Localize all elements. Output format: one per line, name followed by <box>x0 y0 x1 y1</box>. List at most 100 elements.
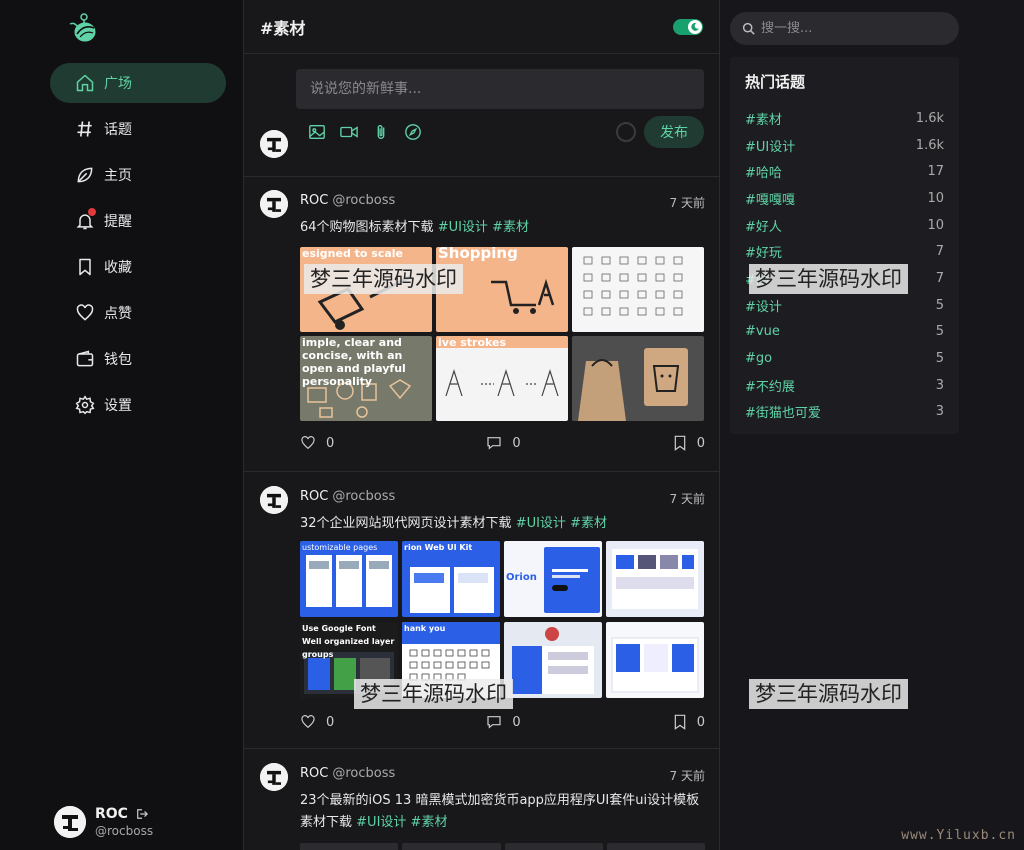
site-watermark: www.Yiluxb.cn <box>901 828 1016 843</box>
comment-icon <box>487 437 501 450</box>
image-caption: Shopping <box>438 247 518 262</box>
post-image[interactable] <box>572 336 704 421</box>
left-sidebar: 广场 话题 主页 提醒 收藏 点赞 钱包 设置 ROC @rocboss <box>0 0 243 850</box>
post-author[interactable]: ROC @rocboss <box>300 766 395 781</box>
post-image[interactable]: imple, clear and concise, with an open a… <box>300 336 432 421</box>
compose-tools <box>308 123 436 141</box>
topic-item[interactable]: #UI设计 1.6k <box>745 132 944 159</box>
sidebar-item-wallet[interactable]: 钱包 <box>50 339 226 379</box>
topic-item[interactable]: #好玩 7 <box>745 238 944 265</box>
sidebar-item-likes[interactable]: 点赞 <box>50 293 226 333</box>
sidebar-item-plaza[interactable]: 广场 <box>50 63 226 103</box>
sidebar-item-settings[interactable]: 设置 <box>50 385 226 425</box>
gear-icon <box>74 394 96 416</box>
topic-item[interactable]: #go 5 <box>745 345 944 372</box>
post-actions: 0 0 0 <box>300 435 705 451</box>
post-image[interactable]: ive strokes <box>436 336 568 421</box>
topic-item[interactable]: #素材 1.6k <box>745 105 944 132</box>
logout-icon[interactable] <box>136 808 148 820</box>
like-button[interactable]: 0 <box>300 435 334 451</box>
image-icon[interactable] <box>308 123 326 141</box>
bookmark-icon <box>74 256 96 278</box>
topic-name: #设计 <box>745 299 782 315</box>
topic-item[interactable]: #vue 5 <box>745 319 944 346</box>
post-image[interactable]: Orion <box>504 541 602 617</box>
topic-item[interactable]: #嘎嘎嘎 10 <box>745 185 944 212</box>
post-image[interactable] <box>606 843 705 850</box>
search-box[interactable] <box>730 12 959 45</box>
post-tag[interactable]: #UI设计 <box>438 220 488 235</box>
search-input[interactable] <box>761 21 941 36</box>
sidebar-item-topics[interactable]: 话题 <box>50 109 226 149</box>
post-card[interactable]: ROC @rocboss 7 天前 64个购物图标素材下载 #UI设计 #素材 e… <box>244 177 719 472</box>
topic-item[interactable]: #设计 5 <box>745 292 944 319</box>
collect-count: 0 <box>696 435 705 451</box>
post-image[interactable] <box>572 247 704 332</box>
post-image[interactable] <box>606 541 704 617</box>
post-author[interactable]: ROC @rocboss <box>300 489 395 504</box>
post-tag[interactable]: #UI设计 <box>356 815 406 830</box>
sidebar-item-favorites[interactable]: 收藏 <box>50 247 226 287</box>
post-author-name: ROC <box>300 489 329 504</box>
like-count: 0 <box>326 714 335 730</box>
post-image[interactable]: rion Web UI Kit <box>402 541 500 617</box>
page-title: #素材 <box>260 18 306 38</box>
avatar[interactable] <box>260 130 288 158</box>
post-tag[interactable]: #素材 <box>492 220 529 235</box>
comment-button[interactable]: 0 <box>486 714 521 730</box>
topic-name: #嘎嘎嘎 <box>745 192 795 208</box>
post-image[interactable] <box>402 843 501 850</box>
topic-count: 1.6k <box>915 137 944 153</box>
avatar[interactable] <box>260 763 288 791</box>
avatar[interactable] <box>260 190 288 218</box>
like-count: 0 <box>326 435 335 451</box>
comment-button[interactable]: 0 <box>486 435 521 451</box>
post-time: 7 天前 <box>669 492 705 506</box>
comment-count: 0 <box>512 435 521 451</box>
topic-count: 10 <box>927 190 944 206</box>
topic-name: #UI设计 <box>745 139 796 155</box>
compose-input[interactable] <box>296 69 704 109</box>
topic-item[interactable]: #街猫也可爱 3 <box>745 399 944 426</box>
publish-button[interactable]: 发布 <box>644 116 704 148</box>
image-caption: rion Web UI Kit <box>404 543 473 552</box>
sidebar-item-label: 设置 <box>104 398 132 414</box>
video-icon[interactable] <box>340 123 358 141</box>
sidebar-item-label: 广场 <box>104 76 132 92</box>
heart-icon <box>74 302 96 324</box>
collect-button[interactable]: 0 <box>673 714 705 730</box>
post-tag[interactable]: #UI设计 <box>516 516 566 531</box>
post-image[interactable] <box>300 843 399 850</box>
post-author-name: ROC <box>300 193 329 208</box>
post-card[interactable]: ROC @rocboss 7 天前 23个最新的iOS 13 暗黑模式加密货币ap… <box>244 750 719 850</box>
compose-box: 发布 <box>244 54 719 177</box>
topic-item[interactable]: #不约展 3 <box>745 372 944 399</box>
topic-item[interactable]: #好人 10 <box>745 212 944 239</box>
sidebar-item-home[interactable]: 主页 <box>50 155 226 195</box>
post-author[interactable]: ROC @rocboss <box>300 193 395 208</box>
post-image[interactable] <box>606 622 704 698</box>
topic-count: 3 <box>935 404 944 420</box>
post-image-strip <box>300 843 705 850</box>
bookmark-icon <box>674 714 685 730</box>
bell-icon <box>74 208 96 232</box>
avatar[interactable] <box>260 486 288 514</box>
sidebar-item-notifications[interactable]: 提醒 <box>50 201 226 241</box>
post-tag[interactable]: #素材 <box>411 815 448 830</box>
like-button[interactable]: 0 <box>300 714 334 730</box>
watermark: 梦三年源码水印 <box>354 679 513 709</box>
topic-item[interactable]: #哈哈 17 <box>745 158 944 185</box>
current-user[interactable]: ROC @rocboss <box>54 806 153 838</box>
logo-icon[interactable] <box>68 12 100 44</box>
post-image[interactable] <box>504 843 603 850</box>
post-tag[interactable]: #素材 <box>570 516 607 531</box>
post-content: 23个最新的iOS 13 暗黑模式加密货币app应用程序UI套件ui设计模板素材… <box>300 790 705 834</box>
avatar[interactable] <box>54 806 86 838</box>
compass-icon[interactable] <box>404 123 422 141</box>
attachment-icon[interactable] <box>372 123 390 141</box>
collect-button[interactable]: 0 <box>673 435 705 451</box>
theme-toggle[interactable] <box>673 18 703 35</box>
post-image[interactable] <box>504 622 602 698</box>
image-caption: ive strokes <box>438 336 507 349</box>
post-image[interactable]: ustomizable pages <box>300 541 398 617</box>
